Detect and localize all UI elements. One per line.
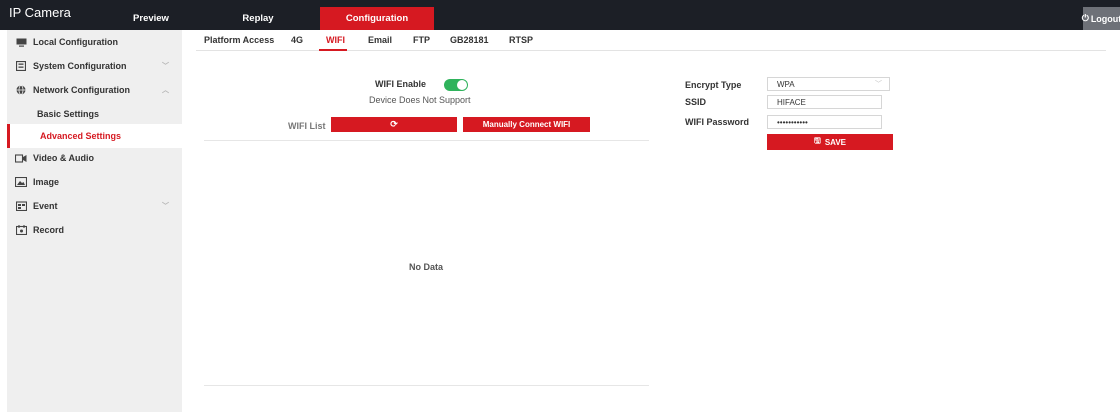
sidebar-item-event[interactable]: Event ﹀	[7, 194, 182, 218]
chevron-down-icon: ﹀	[162, 63, 169, 70]
sidebar-item-label: Record	[33, 225, 65, 235]
tab-gb28181[interactable]: GB28181	[450, 35, 489, 45]
sidebar-item-label: Local Configuration	[33, 37, 118, 47]
sidebar-item-basic-settings[interactable]: Basic Settings	[7, 102, 182, 126]
encrypt-type-select[interactable]: WPA ﹀	[767, 77, 890, 91]
encrypt-type-value: WPA	[777, 79, 795, 89]
network-subtabs: Platform Access 4G WIFI Email FTP GB2818…	[196, 30, 1106, 51]
monitor-icon	[15, 37, 27, 47]
sidebar-item-network-configuration[interactable]: Network Configuration ︿	[7, 78, 182, 102]
wifi-list-label: WIFI List	[288, 121, 326, 131]
save-icon: 🖫	[813, 136, 821, 145]
sidebar-item-label: Advanced Settings	[40, 131, 122, 141]
save-button[interactable]: 🖫 SAVE	[767, 134, 893, 150]
sidebar-item-local-configuration[interactable]: Local Configuration	[7, 30, 182, 54]
refresh-button[interactable]: ⟳	[331, 117, 457, 132]
sidebar-item-label: Image	[33, 177, 60, 187]
power-icon: ⏻	[1081, 13, 1089, 23]
record-icon	[15, 225, 27, 235]
sidebar-item-record[interactable]: Record	[7, 218, 182, 242]
video-icon	[15, 153, 27, 163]
tab-replay[interactable]: Replay	[233, 7, 283, 30]
top-bar: IP Camera Preview Replay Configuration ⏻…	[0, 0, 1120, 30]
sidebar-item-label: System Configuration	[33, 61, 127, 71]
list-top-divider	[204, 140, 649, 141]
tab-platform-access[interactable]: Platform Access	[204, 35, 274, 45]
sidebar-item-system-configuration[interactable]: System Configuration ﹀	[7, 54, 182, 78]
app-title: IP Camera	[9, 5, 71, 20]
tab-4g[interactable]: 4G	[291, 35, 303, 45]
sidebar-item-label: Video & Audio	[33, 153, 95, 163]
sidebar-item-label: Event	[33, 201, 58, 211]
tab-ftp[interactable]: FTP	[413, 35, 430, 45]
empty-list-text: No Data	[409, 262, 444, 272]
tab-preview[interactable]: Preview	[126, 7, 176, 30]
encrypt-type-label: Encrypt Type	[685, 80, 742, 90]
sidebar-item-video-audio[interactable]: Video & Audio	[7, 146, 182, 170]
sidebar-item-label: Network Configuration	[33, 85, 130, 95]
sidebar: Local Configuration System Configuration…	[7, 30, 182, 412]
wifi-enable-toggle[interactable]	[444, 79, 468, 91]
chevron-up-icon: ︿	[162, 87, 169, 94]
event-icon	[15, 201, 27, 211]
wifi-enable-label: WIFI Enable	[375, 79, 427, 89]
system-icon	[15, 61, 27, 71]
sidebar-item-advanced-settings[interactable]: Advanced Settings	[7, 124, 182, 148]
ssid-input[interactable]: HIFACE	[767, 95, 882, 109]
toggle-knob	[457, 80, 467, 90]
logout-label: Logout	[1090, 13, 1120, 24]
ssid-label: SSID	[685, 97, 707, 107]
wifi-status-text: Device Does Not Support	[369, 95, 471, 105]
active-tab-indicator	[319, 49, 347, 51]
image-icon	[15, 177, 27, 187]
tab-rtsp[interactable]: RTSP	[509, 35, 533, 45]
tab-email[interactable]: Email	[368, 35, 392, 45]
list-bottom-divider	[204, 385, 649, 386]
tab-configuration[interactable]: Configuration	[320, 7, 434, 30]
manually-connect-wifi-button[interactable]: Manually Connect WIFI	[463, 117, 590, 132]
save-label: SAVE	[824, 137, 847, 147]
wifi-password-label: WIFI Password	[685, 117, 750, 127]
sidebar-item-label: Basic Settings	[37, 109, 100, 119]
wifi-password-input[interactable]: •••••••••••	[767, 115, 882, 129]
chevron-down-icon: ﹀	[162, 203, 169, 210]
tab-wifi[interactable]: WIFI	[326, 35, 345, 45]
refresh-icon: ⟳	[390, 119, 398, 129]
chevron-down-icon: ﹀	[875, 81, 882, 88]
network-icon	[15, 85, 27, 95]
logout-button[interactable]: ⏻ Logout	[1081, 7, 1120, 30]
sidebar-item-image[interactable]: Image	[7, 170, 182, 194]
